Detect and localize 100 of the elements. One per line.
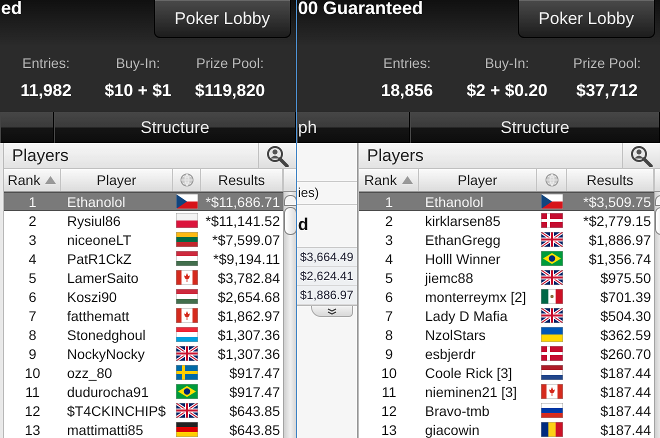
table-cell-text: NockyNocky: [66, 346, 146, 362]
table-cell-text: mattimatti85: [66, 422, 144, 438]
panel-title: Players: [366, 145, 425, 167]
table-cell-text: giacowin: [424, 422, 480, 438]
stat-value: $119,820: [195, 81, 265, 101]
table-cell-text: 1: [28, 194, 38, 210]
flag-icon: [176, 403, 198, 418]
tab[interactable]: Structure: [54, 112, 296, 143]
table-cell-text: 8: [28, 326, 38, 342]
table-cell-text: 11: [24, 384, 41, 400]
table-cell-text: 13: [24, 422, 42, 438]
column-header[interactable]: Player: [61, 169, 173, 191]
column-header[interactable]: Rank: [359, 169, 419, 191]
table-cell-text: $1,886.97: [588, 232, 652, 248]
table-cell-text: 4: [384, 250, 394, 266]
table-cell-text: 10: [24, 364, 42, 380]
search-icon: [630, 144, 654, 166]
table-cell-text: esbjerdr: [424, 346, 477, 362]
table-cell-text: *$11,141.52: [204, 212, 281, 228]
table-cell-text: $917.47: [228, 364, 281, 380]
table-cell-text: $187.44: [599, 402, 652, 418]
flag-icon: [176, 213, 198, 228]
table-cell-text: 2: [28, 212, 38, 228]
flag-icon: [541, 384, 563, 399]
table-cell-text: $362.59: [599, 326, 652, 342]
flag-icon: [176, 346, 198, 361]
table-cell-text: 5: [28, 270, 38, 286]
flag-icon: [176, 251, 198, 266]
table-cell-text: LamerSaito: [66, 270, 140, 286]
table-cell-text: $1,307.36: [216, 346, 281, 362]
table-cell-text: $504.30: [599, 308, 652, 324]
column-header[interactable]: Player: [419, 169, 537, 191]
globe-icon: [180, 173, 194, 187]
table-cell-text: Ethanolol: [66, 194, 126, 210]
table-cell-text: $T4CKINCHIP$: [66, 402, 167, 418]
double-chevron-icon: [327, 308, 337, 314]
stat-label: Entries:: [383, 55, 431, 71]
table-cell-text: 10: [380, 364, 398, 380]
table-cell-text: Koszi90: [66, 288, 118, 304]
poker-lobby-button[interactable]: Poker Lobby: [518, 0, 655, 38]
table-cell-text: $187.44: [599, 384, 652, 400]
table-cell-text: 6: [28, 288, 38, 304]
table-cell-text: 9: [384, 346, 394, 362]
table-cell-text: $1,307.36: [216, 326, 281, 342]
sort-arrow-icon: [45, 176, 56, 184]
flag-icon: [541, 213, 563, 228]
tab[interactable]: [0, 112, 54, 143]
search-button[interactable]: [258, 143, 296, 168]
flag-icon: [541, 308, 563, 323]
table-cell-text: fatthematt: [66, 308, 130, 324]
section-heading: d: [297, 214, 310, 236]
table-cell-text: Lady D Mafia: [424, 308, 508, 324]
table-cell-text: $2,654.68: [216, 288, 281, 304]
table-cell-text: *$9,194.11: [212, 250, 281, 266]
table-cell-text: 3: [28, 232, 38, 248]
table-cell-text: 3: [384, 232, 394, 248]
table-cell-text: 4: [28, 250, 38, 266]
table-cell-text: $643.85: [228, 402, 281, 418]
window-title: 00 Guaranteed: [297, 0, 424, 16]
table-cell-text: nieminen21 [3]: [424, 384, 518, 400]
table-cell-text: 9: [28, 346, 38, 362]
panel-title: Players: [11, 145, 70, 167]
stat-value: $10 + $1: [104, 81, 172, 101]
table-row[interactable]: 1 Ethanolol *$11,686.71: [4, 192, 283, 211]
table-cell-text: Bravo-tmb: [424, 402, 491, 418]
scrollbar[interactable]: [283, 192, 296, 438]
flag-icon: [176, 270, 198, 285]
poker-lobby-button[interactable]: Poker Lobby: [154, 0, 291, 38]
table-cell-text: EthanGregg: [424, 232, 502, 248]
expand-tab[interactable]: [311, 306, 353, 317]
column-header[interactable]: Results: [567, 169, 654, 191]
stat-value: $2 + $0.20: [466, 81, 548, 101]
table-cell-text: niceoneLT: [66, 232, 132, 248]
tab[interactable]: Structure: [410, 112, 660, 143]
table-cell-text: 1: [384, 194, 394, 210]
stat-label: Buy-In:: [116, 55, 160, 71]
search-icon: [266, 144, 290, 166]
tab[interactable]: ph: [297, 112, 410, 143]
sort-arrow-icon: [402, 176, 413, 184]
table-cell-text: monterreymx [2]: [424, 288, 528, 304]
flag-icon: [541, 289, 563, 304]
globe-icon: [544, 173, 558, 187]
table-cell-text: PatR1CkZ: [66, 250, 133, 266]
stat-label: Entries:: [22, 55, 70, 71]
stat-value: $37,712: [576, 81, 638, 101]
search-button[interactable]: [622, 143, 660, 168]
table-cell-text: $187.44: [599, 422, 652, 438]
flag-icon: [176, 422, 198, 437]
table-cell-text: ozz_80: [66, 364, 114, 380]
table-row[interactable]: 1 Ethanolol *$3,509.75: [359, 192, 654, 211]
table-cell-text: $701.39: [599, 288, 652, 304]
column-header[interactable]: Rank: [4, 169, 61, 191]
table-cell-text: $3,782.84: [216, 270, 281, 286]
stat-label: Buy-In:: [484, 55, 530, 71]
stat-value: 11,982: [20, 81, 72, 101]
flag-icon: [176, 365, 198, 380]
table-cell-text: jiemc88: [424, 270, 474, 286]
flag-icon: [541, 403, 563, 418]
column-header[interactable]: Results: [201, 169, 283, 191]
flag-icon: [176, 232, 198, 247]
